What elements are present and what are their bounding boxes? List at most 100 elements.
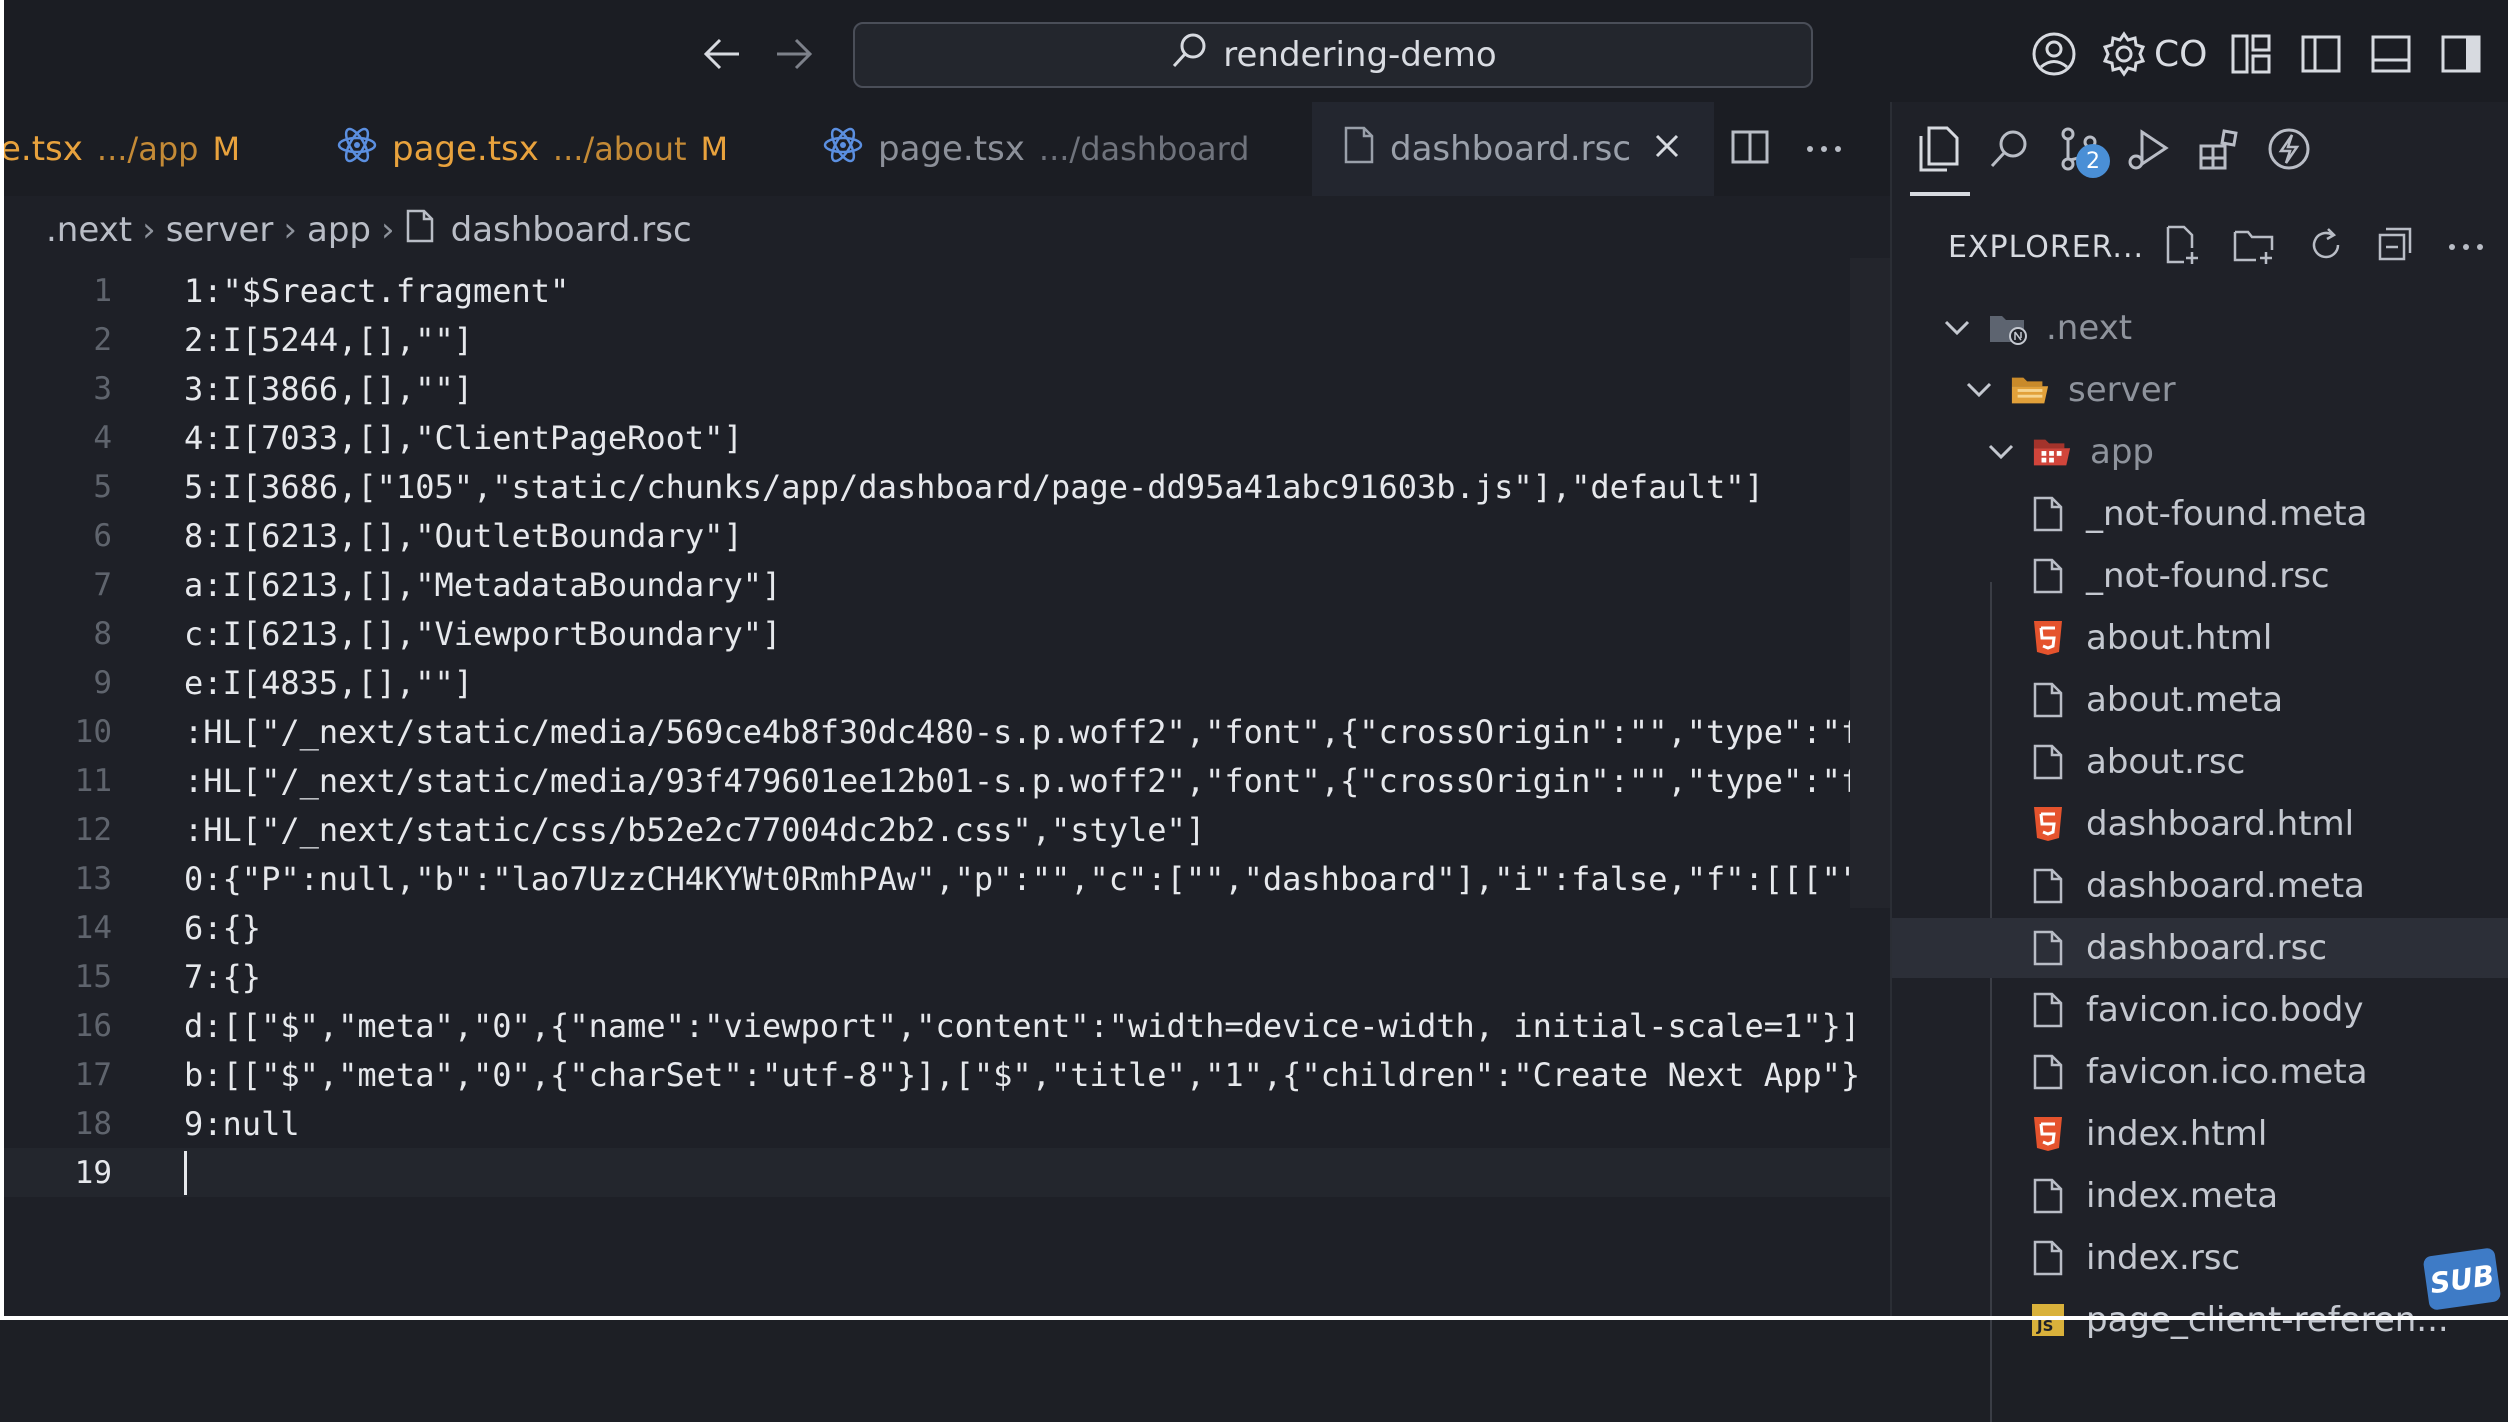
code-line[interactable]: 16 d:[["$","meta","0",{"name":"viewport",…: [0, 1001, 1890, 1050]
line-number: 3: [93, 370, 112, 407]
customize-layout-icon[interactable]: [2225, 28, 2277, 80]
forward-arrow-icon[interactable]: [770, 30, 818, 78]
code-text: 3:I[3866,[],""]: [184, 369, 473, 408]
code-text: 7:{}: [184, 957, 262, 996]
tree-item-label: dashboard.rsc: [2086, 928, 2328, 968]
source-control-icon[interactable]: 2: [2044, 114, 2114, 184]
tree-item[interactable]: server: [1892, 360, 2508, 420]
tree-item-label: _not-found.rsc: [2086, 556, 2330, 596]
tree-item[interactable]: dashboard.html: [1892, 794, 2508, 854]
gear-icon[interactable]: [2098, 28, 2150, 80]
tree-item[interactable]: about.rsc: [1892, 732, 2508, 792]
code-line[interactable]: 13 0:{"P":null,"b":"lao7UzzCH4KYWt0RmhPAw…: [0, 854, 1890, 903]
code-text: 2:I[5244,[],""]: [184, 320, 473, 359]
chevron-down-icon[interactable]: [1964, 381, 1994, 399]
new-folder-icon[interactable]: [2232, 224, 2276, 270]
account-label[interactable]: CO: [2154, 34, 2207, 75]
tree-item[interactable]: index.html: [1892, 1104, 2508, 1164]
chevron-down-icon[interactable]: [1986, 443, 2016, 461]
text-cursor: [184, 1150, 187, 1195]
tree-item[interactable]: .next: [1892, 298, 2508, 358]
more-actions-icon[interactable]: [1804, 140, 1844, 159]
tree-item[interactable]: favicon.ico.body: [1892, 980, 2508, 1040]
line-number: 9: [93, 664, 112, 701]
code-text: a:I[6213,[],"MetadataBoundary"]: [184, 565, 782, 604]
line-number: 2: [93, 321, 112, 358]
tree-item[interactable]: about.meta: [1892, 670, 2508, 730]
code-line[interactable]: 1 1:"$Sreact.fragment": [0, 266, 1890, 315]
lightning-icon[interactable]: [2254, 114, 2324, 184]
code-line[interactable]: 17 b:[["$","meta","0",{"charSet":"utf-8"}…: [0, 1050, 1890, 1099]
tree-item[interactable]: JS page_client-referen...: [1892, 1290, 2508, 1350]
react-icon: [822, 124, 864, 175]
breadcrumb-item[interactable]: app: [307, 210, 371, 250]
tree-item[interactable]: _not-found.rsc: [1892, 546, 2508, 606]
tree-item[interactable]: _not-found.meta: [1892, 484, 2508, 544]
code-text: c:I[6213,[],"ViewportBoundary"]: [184, 614, 782, 653]
code-line[interactable]: 14 6:{}: [0, 903, 1890, 952]
code-line[interactable]: 8 c:I[6213,[],"ViewportBoundary"]: [0, 609, 1890, 658]
new-file-icon[interactable]: [2162, 224, 2202, 270]
tab-page-dashboard[interactable]: page.tsx .../dashboard: [822, 102, 1282, 196]
explorer-files-icon[interactable]: [1904, 114, 1974, 184]
code-line[interactable]: 18 9:null: [0, 1099, 1890, 1148]
code-line[interactable]: 2 2:I[5244,[],""]: [0, 315, 1890, 364]
line-number: 19: [74, 1154, 112, 1191]
toggle-secondary-sidebar-icon[interactable]: [2435, 28, 2487, 80]
code-line[interactable]: 6 8:I[6213,[],"OutletBoundary"]: [0, 511, 1890, 560]
explorer-title[interactable]: EXPLORER...: [1948, 230, 2144, 265]
toggle-panel-icon[interactable]: [2365, 28, 2417, 80]
code-line[interactable]: 19: [0, 1148, 1890, 1197]
tree-item-label: favicon.ico.body: [2086, 990, 2364, 1030]
toggle-primary-sidebar-icon[interactable]: [2295, 28, 2347, 80]
line-number: 18: [74, 1105, 112, 1142]
tree-item-label: app: [2090, 432, 2154, 472]
frame-edge: [0, 1316, 2508, 1320]
code-line[interactable]: 3 3:I[3866,[],""]: [0, 364, 1890, 413]
code-text: 6:{}: [184, 908, 262, 947]
split-editor-icon[interactable]: [1730, 127, 1770, 171]
overview-ruler[interactable]: [1850, 258, 1890, 908]
tab-dashboard-rsc[interactable]: dashboard.rsc: [1312, 102, 1714, 196]
code-line[interactable]: 4 4:I[7033,[],"ClientPageRoot"]: [0, 413, 1890, 462]
code-line[interactable]: 10:HL["/_next/static/media/569ce4b8f30dc…: [0, 707, 1890, 756]
code-line[interactable]: 7 a:I[6213,[],"MetadataBoundary"]: [0, 560, 1890, 609]
breadcrumb-item[interactable]: .next: [46, 210, 132, 250]
tree-item[interactable]: app: [1892, 422, 2508, 482]
tab-layout-app[interactable]: e.tsx .../app M: [0, 102, 300, 196]
run-debug-icon[interactable]: [2114, 114, 2184, 184]
tree-item[interactable]: index.rsc: [1892, 1228, 2508, 1288]
line-number: 17: [74, 1056, 112, 1093]
code-text: 1:"$Sreact.fragment": [184, 271, 570, 310]
back-arrow-icon[interactable]: [698, 30, 746, 78]
code-text: 0:{"P":null,"b":"lao7UzzCH4KYWt0RmhPAw",…: [184, 859, 1861, 898]
code-line[interactable]: 5 5:I[3686,["105","static/chunks/app/dash…: [0, 462, 1890, 511]
refresh-icon[interactable]: [2306, 225, 2346, 269]
line-number: 10: [74, 713, 112, 750]
chevron-down-icon[interactable]: [1942, 319, 1972, 337]
code-line[interactable]: 12:HL["/_next/static/css/b52e2c77004dc2b…: [0, 805, 1890, 854]
account-icon[interactable]: [2028, 28, 2080, 80]
breadcrumb-item[interactable]: dashboard.rsc: [451, 210, 692, 250]
breadcrumb-item[interactable]: server: [166, 210, 274, 250]
close-icon[interactable]: [1653, 129, 1681, 169]
code-text: b:[["$","meta","0",{"charSet":"utf-8"}],…: [184, 1055, 1861, 1094]
file-icon: [2028, 742, 2068, 782]
tree-item[interactable]: dashboard.meta: [1892, 856, 2508, 916]
search-icon[interactable]: [1974, 114, 2044, 184]
code-line[interactable]: 15 7:{}: [0, 952, 1890, 1001]
tree-item[interactable]: favicon.ico.meta: [1892, 1042, 2508, 1102]
command-center-search[interactable]: rendering-demo: [853, 22, 1813, 88]
collapse-all-icon[interactable]: [2376, 225, 2416, 269]
chevron-right-icon: ›: [142, 210, 156, 250]
code-line[interactable]: 9 e:I[4835,[],""]: [0, 658, 1890, 707]
tab-page-about[interactable]: page.tsx .../about M: [336, 102, 756, 196]
code-line[interactable]: 11:HL["/_next/static/media/93f479601ee12…: [0, 756, 1890, 805]
tree-item[interactable]: index.meta: [1892, 1166, 2508, 1226]
app-folder-icon: [2032, 432, 2072, 472]
tree-item[interactable]: about.html: [1892, 608, 2508, 668]
more-actions-icon[interactable]: [2446, 238, 2486, 257]
code-editor[interactable]: 1 1:"$Sreact.fragment" 2 2:I[5244,[],""] 3 3:…: [0, 258, 1890, 1320]
extensions-icon[interactable]: [2184, 114, 2254, 184]
tree-item[interactable]: dashboard.rsc: [1892, 918, 2508, 978]
